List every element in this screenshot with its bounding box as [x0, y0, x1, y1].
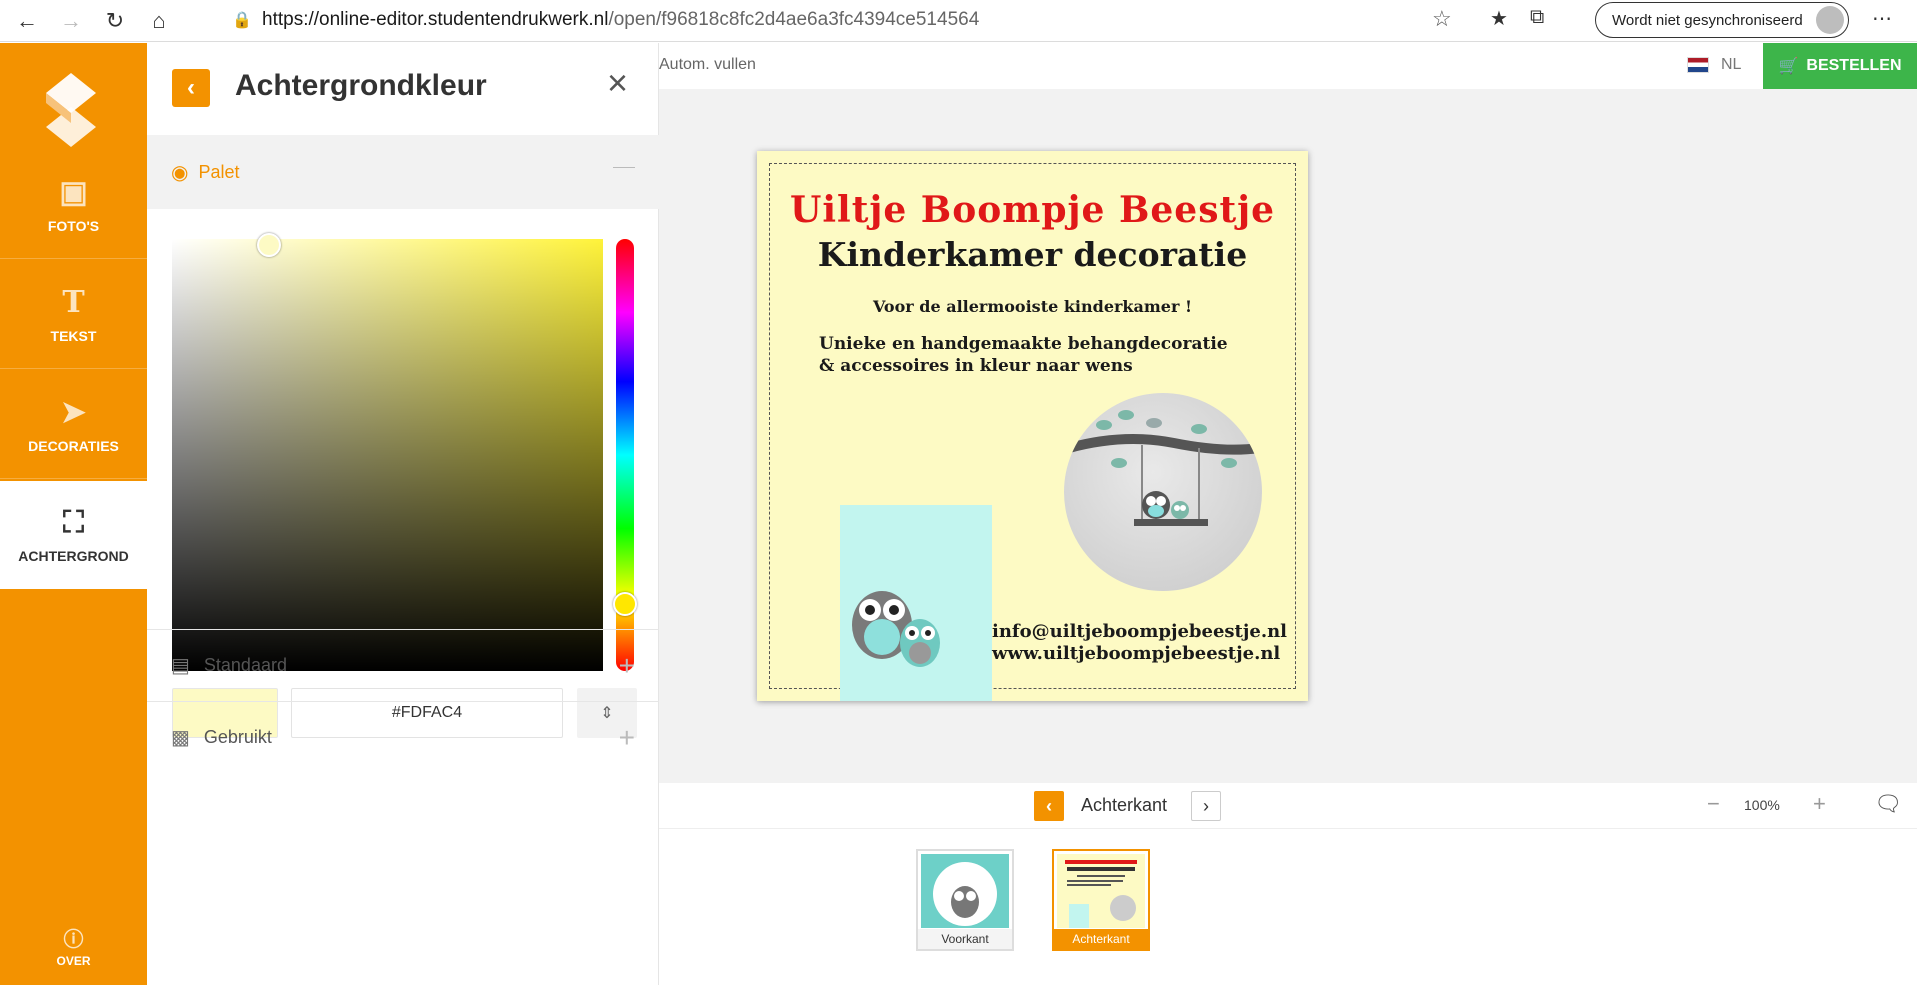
expand-icon[interactable]: + [619, 650, 635, 682]
sidebar-item-label: ACHTERGROND [18, 547, 129, 564]
hue-slider-handle[interactable] [613, 592, 637, 616]
card-paragraph-line: Unieke en handgemaakte behangdecoratie [819, 334, 1228, 354]
card-contact[interactable]: info@uiltjeboompjebeestje.nl www.uiltjeb… [992, 621, 1287, 665]
avatar [1816, 6, 1844, 34]
thumbnail-label: Voorkant [918, 929, 1012, 949]
background-icon: ⛶ [63, 505, 84, 539]
order-button[interactable]: 🛒 BESTELLEN [1763, 43, 1917, 89]
text-icon: T [62, 285, 85, 320]
address-bar[interactable]: 🔒 https://online-editor.studentendrukwer… [232, 3, 1472, 37]
back-arrow-icon[interactable]: ← [10, 4, 44, 38]
thumbnail-back-image [1057, 854, 1145, 928]
gebruikt-label: Gebruikt [203, 727, 272, 747]
card-paragraph[interactable]: Unieke en handgemaakte behangdecoratie &… [819, 333, 1228, 377]
brand-logo[interactable] [36, 65, 106, 155]
cart-icon: 🛒 [1778, 58, 1799, 75]
saturation-value-handle[interactable] [257, 233, 281, 257]
card-title[interactable]: Uiltje Boompje Beestje [757, 189, 1308, 231]
photos-icon: ▣ [59, 176, 88, 209]
branch-owls-illustration [1064, 410, 1262, 526]
card-website: www.uiltjeboompjebeestje.nl [992, 643, 1281, 664]
sidebar-item-photos[interactable]: ▣ FOTO'S [0, 151, 147, 259]
sidebar-item-background[interactable]: ⛶ ACHTERGROND [0, 481, 147, 589]
over-label: OVER [56, 954, 91, 968]
branch-swing-photo[interactable] [1064, 393, 1262, 591]
url-host: https://online-editor.studentendrukwerk.… [262, 9, 609, 30]
thumbnail-label: Achterkant [1054, 929, 1148, 949]
thumbnail-voorkant[interactable]: Voorkant [916, 849, 1014, 951]
favorite-star-icon[interactable]: ☆ [1432, 6, 1452, 32]
design-card[interactable]: Uiltje Boompje Beestje Kinderkamer decor… [757, 151, 1308, 701]
paint-bucket-icon: ▩ [171, 727, 190, 749]
editor-toolbar: Autom. vullen NL 🛒 BESTELLEN [659, 43, 1917, 89]
close-icon[interactable]: × [607, 65, 628, 101]
panel-header: ‹ Achtergrondkleur × [147, 43, 659, 135]
main-sidebar: ▣ FOTO'S T TEKST ➤ DECORATIES ⛶ ACHTERGR… [0, 43, 147, 985]
sidebar-item-label: DECORATIES [28, 438, 119, 454]
sidebar-item-label: TEKST [50, 328, 97, 344]
card-email: info@uiltjeboompjebeestje.nl [992, 621, 1288, 642]
language-selector[interactable]: NL [1687, 56, 1741, 74]
expand-icon[interactable]: + [619, 722, 635, 754]
profile-sync-button[interactable]: Wordt niet gesynchroniseerd [1595, 2, 1849, 38]
collapse-icon[interactable] [613, 167, 635, 168]
sidebar-item-over[interactable]: ⓘ OVER [0, 923, 147, 968]
forward-arrow-icon[interactable]: → [54, 4, 88, 38]
reload-icon[interactable]: ↻ [98, 4, 132, 38]
order-label: BESTELLEN [1806, 57, 1902, 74]
standaard-section-header[interactable]: ▤ Standaard + [147, 629, 659, 701]
sync-label: Wordt niet gesynchroniseerd [1612, 11, 1803, 29]
gebruikt-section-header[interactable]: ▩ Gebruikt + [147, 701, 659, 773]
next-page-button[interactable]: › [1191, 791, 1221, 821]
favorites-list-icon[interactable]: ★ [1490, 6, 1508, 31]
info-icon: ⓘ [63, 929, 84, 951]
thumbnail-front-image [921, 854, 1009, 928]
owls-image[interactable] [840, 505, 992, 701]
zoom-out-button[interactable]: − [1707, 791, 1720, 817]
palet-label: Palet [198, 161, 240, 182]
panel-title: Achtergrondkleur [235, 69, 487, 102]
sidebar-item-label: FOTO'S [47, 218, 100, 234]
current-page-label: Achterkant [1081, 795, 1168, 815]
card-tagline[interactable]: Voor de allermooiste kinderkamer ! [757, 297, 1308, 316]
dutch-flag-icon [1687, 57, 1709, 73]
swatches-icon: ▤ [171, 655, 190, 677]
autofill-button[interactable]: Autom. vullen [659, 56, 756, 74]
lock-icon: 🔒 [232, 12, 252, 29]
url-path: /open/f96818c8fc2d4ae6a3fc4394ce514564 [608, 9, 980, 30]
more-menu-icon[interactable]: ⋯ [1872, 6, 1892, 31]
sidebar-item-decorations[interactable]: ➤ DECORATIES [0, 371, 147, 479]
page-navigator: ‹ Achterkant › − 100% + 🗨 [659, 783, 1917, 829]
page-thumbnails: Voorkant Achterkant [659, 829, 1917, 985]
origami-bird-icon: ➤ [60, 396, 87, 429]
card-paragraph-line: & accessoires in kleur naar wens [819, 356, 1133, 376]
background-color-panel: ‹ Achtergrondkleur × ◉ Palet ⇕ ▤ Standaa… [147, 43, 659, 985]
thumbnail-achterkant[interactable]: Achterkant [1052, 849, 1150, 951]
palette-icon: ◉ [171, 161, 189, 184]
card-subtitle[interactable]: Kinderkamer decoratie [757, 235, 1308, 274]
palet-section-header[interactable]: ◉ Palet [147, 135, 659, 209]
editor-canvas: Uiltje Boompje Beestje Kinderkamer decor… [659, 89, 1917, 783]
collections-icon[interactable]: ⧉ [1530, 6, 1544, 31]
panel-back-button[interactable]: ‹ [172, 69, 210, 107]
previous-page-button[interactable]: ‹ [1034, 791, 1064, 821]
zoom-in-button[interactable]: + [1813, 791, 1826, 817]
owls-illustration [852, 591, 940, 667]
standaard-label: Standaard [203, 655, 287, 675]
saturation-value-picker[interactable] [172, 239, 603, 671]
zoom-level: 100% [1744, 797, 1780, 813]
language-label: NL [1721, 56, 1742, 73]
home-icon[interactable]: ⌂ [142, 4, 176, 38]
sidebar-item-text[interactable]: T TEKST [0, 261, 147, 369]
chat-icon[interactable]: 🗨 [1874, 791, 1902, 817]
